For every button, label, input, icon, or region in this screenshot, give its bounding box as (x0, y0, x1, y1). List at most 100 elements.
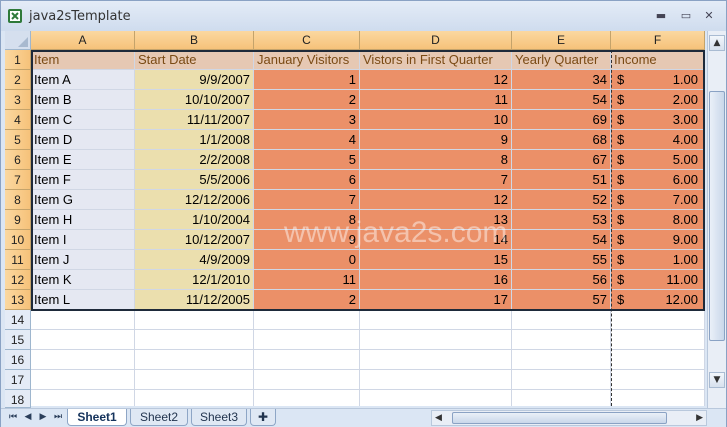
empty-cell[interactable] (611, 310, 705, 330)
row-header-12[interactable]: 12 (5, 270, 31, 290)
table-cell[interactable]: 10/12/2007 (135, 230, 254, 250)
income-cell[interactable]: $3.00 (611, 110, 705, 130)
empty-cell[interactable] (254, 350, 360, 370)
empty-cell[interactable] (360, 350, 512, 370)
table-cell[interactable]: Item G (31, 190, 135, 210)
empty-cell[interactable] (611, 370, 705, 390)
table-cell[interactable]: 5 (254, 150, 360, 170)
empty-cell[interactable] (135, 310, 254, 330)
table-cell[interactable]: 11/11/2007 (135, 110, 254, 130)
restore-icon[interactable]: ▭ (678, 9, 694, 23)
table-cell[interactable]: 0 (254, 250, 360, 270)
empty-cell[interactable] (135, 390, 254, 406)
row-header-14[interactable]: 14 (5, 310, 31, 330)
income-cell[interactable]: $1.00 (611, 70, 705, 90)
income-cell[interactable]: $8.00 (611, 210, 705, 230)
row-header-13[interactable]: 13 (5, 290, 31, 310)
table-cell[interactable]: 2 (254, 90, 360, 110)
empty-cell[interactable] (135, 330, 254, 350)
table-cell[interactable]: 1/10/2004 (135, 210, 254, 230)
table-cell[interactable]: 57 (512, 290, 611, 310)
table-cell[interactable]: Item J (31, 250, 135, 270)
empty-cell[interactable] (360, 390, 512, 406)
table-cell[interactable]: 10 (360, 110, 512, 130)
table-cell[interactable]: 54 (512, 230, 611, 250)
table-cell[interactable]: 9/9/2007 (135, 70, 254, 90)
column-header-a[interactable]: A (31, 31, 135, 50)
row-header-11[interactable]: 11 (5, 250, 31, 270)
income-cell[interactable]: $6.00 (611, 170, 705, 190)
header-cell[interactable]: Vistors in First Quarter (360, 50, 512, 70)
column-header-e[interactable]: E (512, 31, 611, 50)
empty-cell[interactable] (135, 350, 254, 370)
empty-cell[interactable] (254, 330, 360, 350)
table-cell[interactable]: Item D (31, 130, 135, 150)
empty-cell[interactable] (360, 370, 512, 390)
table-cell[interactable]: 9 (360, 130, 512, 150)
table-cell[interactable]: 53 (512, 210, 611, 230)
table-cell[interactable]: 6 (254, 170, 360, 190)
row-header-6[interactable]: 6 (5, 150, 31, 170)
table-cell[interactable]: Item A (31, 70, 135, 90)
table-cell[interactable]: 14 (360, 230, 512, 250)
empty-cell[interactable] (360, 310, 512, 330)
header-cell[interactable]: Start Date (135, 50, 254, 70)
table-cell[interactable]: 11 (254, 270, 360, 290)
horizontal-scrollbar[interactable]: ◀ ▶ (431, 410, 707, 426)
row-header-16[interactable]: 16 (5, 350, 31, 370)
table-cell[interactable]: 10/10/2007 (135, 90, 254, 110)
table-cell[interactable]: 5/5/2006 (135, 170, 254, 190)
table-cell[interactable]: 12 (360, 190, 512, 210)
table-cell[interactable]: 1 (254, 70, 360, 90)
table-cell[interactable]: Item B (31, 90, 135, 110)
income-cell[interactable]: $7.00 (611, 190, 705, 210)
table-cell[interactable]: 7 (254, 190, 360, 210)
table-cell[interactable]: 11/12/2005 (135, 290, 254, 310)
column-header-d[interactable]: D (360, 31, 512, 50)
table-cell[interactable]: Item I (31, 230, 135, 250)
row-header-7[interactable]: 7 (5, 170, 31, 190)
table-cell[interactable]: 9 (254, 230, 360, 250)
empty-cell[interactable] (611, 330, 705, 350)
insert-sheet-icon[interactable]: ✚ (250, 409, 276, 426)
empty-cell[interactable] (31, 350, 135, 370)
table-cell[interactable]: 7 (360, 170, 512, 190)
empty-cell[interactable] (254, 310, 360, 330)
first-sheet-icon[interactable]: ⏮ (7, 411, 19, 424)
horizontal-scroll-thumb[interactable] (452, 412, 667, 424)
empty-cell[interactable] (512, 330, 611, 350)
tab-sheet3[interactable]: Sheet3 (191, 409, 247, 426)
table-cell[interactable]: 3 (254, 110, 360, 130)
table-cell[interactable]: 12/1/2010 (135, 270, 254, 290)
table-cell[interactable]: 15 (360, 250, 512, 270)
table-cell[interactable]: 67 (512, 150, 611, 170)
row-header-1[interactable]: 1 (5, 50, 31, 70)
table-cell[interactable]: 1/1/2008 (135, 130, 254, 150)
minimize-icon[interactable]: ▬ (653, 9, 669, 23)
table-cell[interactable]: 68 (512, 130, 611, 150)
table-cell[interactable]: 2/2/2008 (135, 150, 254, 170)
empty-cell[interactable] (611, 350, 705, 370)
income-cell[interactable]: $2.00 (611, 90, 705, 110)
table-cell[interactable]: 12 (360, 70, 512, 90)
empty-cell[interactable] (512, 310, 611, 330)
table-cell[interactable]: Item L (31, 290, 135, 310)
table-cell[interactable]: 16 (360, 270, 512, 290)
row-header-15[interactable]: 15 (5, 330, 31, 350)
empty-cell[interactable] (254, 390, 360, 406)
row-header-10[interactable]: 10 (5, 230, 31, 250)
next-sheet-icon[interactable]: ▶ (37, 411, 49, 424)
scroll-left-icon[interactable]: ◀ (435, 411, 442, 425)
table-cell[interactable]: Item C (31, 110, 135, 130)
table-cell[interactable]: Item H (31, 210, 135, 230)
empty-cell[interactable] (135, 370, 254, 390)
vertical-scroll-thumb[interactable] (709, 91, 725, 341)
column-header-f[interactable]: F (611, 31, 705, 50)
header-cell[interactable]: January Visitors (254, 50, 360, 70)
table-cell[interactable]: 4/9/2009 (135, 250, 254, 270)
column-header-c[interactable]: C (254, 31, 360, 50)
empty-cell[interactable] (512, 350, 611, 370)
income-cell[interactable]: $5.00 (611, 150, 705, 170)
table-cell[interactable]: 8 (360, 150, 512, 170)
prev-sheet-icon[interactable]: ◀ (22, 411, 34, 424)
